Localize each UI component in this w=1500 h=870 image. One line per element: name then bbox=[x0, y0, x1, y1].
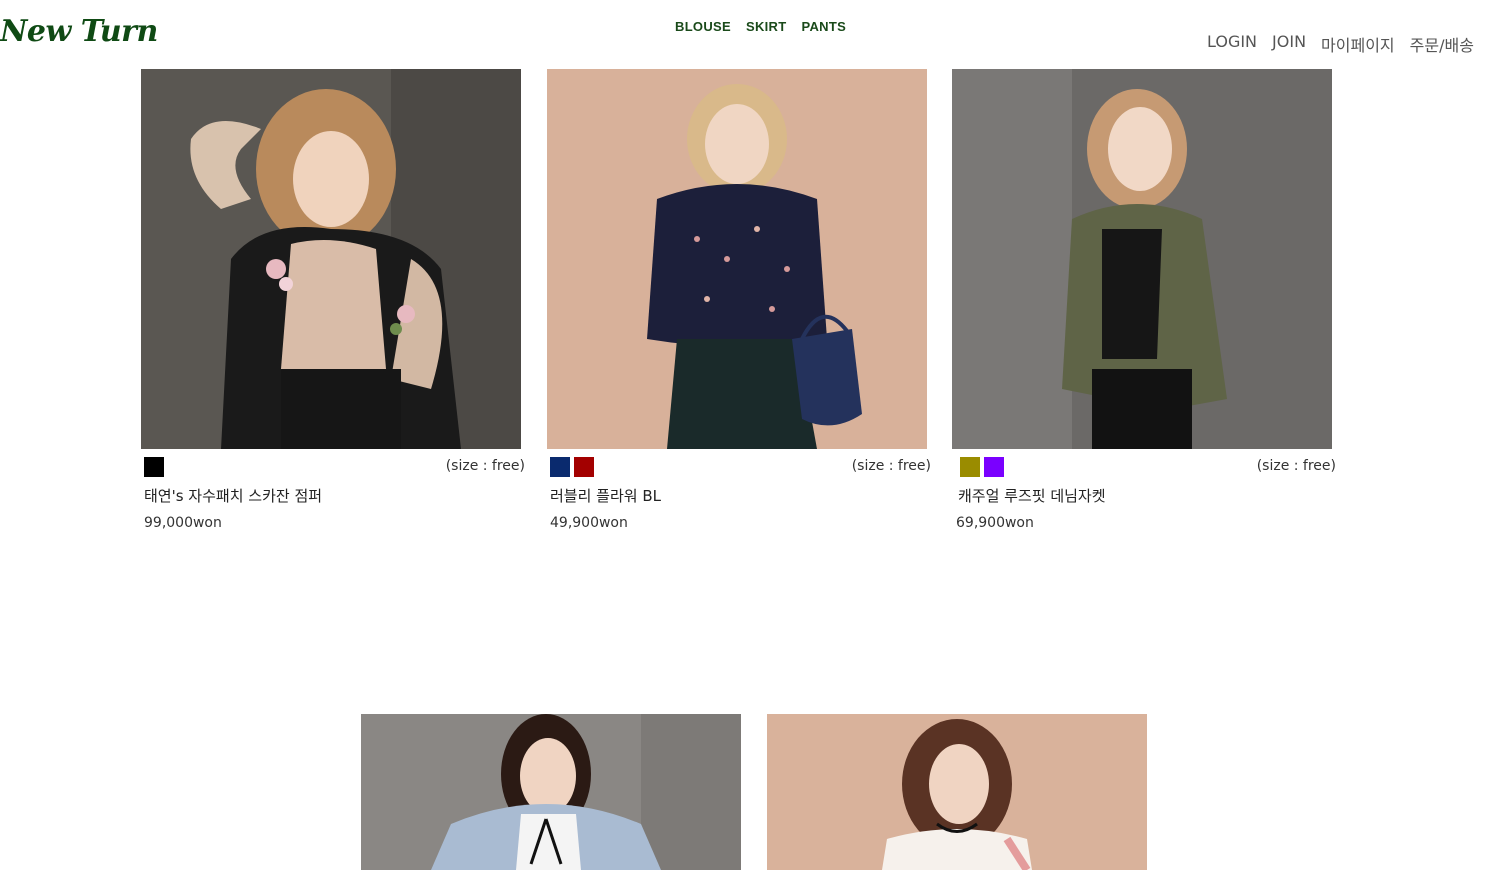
color-swatches bbox=[960, 457, 1004, 477]
main-nav: BLOUSE SKIRT PANTS bbox=[675, 19, 846, 34]
product-meta: (size : free) bbox=[141, 457, 525, 481]
login-link[interactable]: LOGIN bbox=[1207, 32, 1257, 56]
color-swatch[interactable] bbox=[574, 457, 594, 477]
product-meta: (size : free) bbox=[952, 457, 1336, 481]
color-swatch[interactable] bbox=[960, 457, 980, 477]
color-swatch[interactable] bbox=[144, 457, 164, 477]
join-link[interactable]: JOIN bbox=[1272, 32, 1306, 56]
nav-pants[interactable]: PANTS bbox=[801, 19, 846, 34]
product-card bbox=[361, 714, 741, 870]
product-image[interactable] bbox=[141, 69, 521, 449]
color-swatches bbox=[144, 457, 164, 477]
product-image[interactable] bbox=[767, 714, 1147, 870]
size-label: (size : free) bbox=[851, 458, 931, 474]
product-image[interactable] bbox=[547, 69, 927, 449]
util-nav: LOGIN JOIN 마이페이지 주문/배송 bbox=[1207, 32, 1474, 56]
product-meta: (size : free) bbox=[547, 457, 931, 481]
product-card: (size : free) 러블리 플라워 BL 49,900won bbox=[547, 69, 931, 531]
nav-skirt[interactable]: SKIRT bbox=[746, 19, 787, 34]
product-price: 99,000won bbox=[144, 515, 222, 531]
product-card bbox=[767, 714, 1147, 870]
product-name[interactable]: 태연's 자수패치 스카잔 점퍼 bbox=[144, 485, 521, 506]
product-image[interactable] bbox=[952, 69, 1332, 449]
color-swatch[interactable] bbox=[550, 457, 570, 477]
size-label: (size : free) bbox=[1256, 458, 1336, 474]
size-label: (size : free) bbox=[445, 458, 525, 474]
page: New Turn BLOUSE SKIRT PANTS LOGIN JOIN 마… bbox=[0, 0, 1500, 870]
mypage-link[interactable]: 마이페이지 bbox=[1321, 32, 1395, 56]
product-image[interactable] bbox=[361, 714, 741, 870]
product-price: 69,900won bbox=[956, 515, 1034, 531]
logo[interactable]: New Turn bbox=[0, 14, 158, 49]
color-swatches bbox=[550, 457, 594, 477]
product-card: (size : free) 캐주얼 루즈핏 데님자켓 69,900won bbox=[952, 69, 1336, 531]
color-swatch[interactable] bbox=[984, 457, 1004, 477]
product-name[interactable]: 러블리 플라워 BL bbox=[550, 485, 927, 506]
product-price: 49,900won bbox=[550, 515, 628, 531]
product-name[interactable]: 캐주얼 루즈핏 데님자켓 bbox=[958, 485, 1332, 506]
nav-blouse[interactable]: BLOUSE bbox=[675, 19, 731, 34]
order-delivery-link[interactable]: 주문/배송 bbox=[1410, 32, 1474, 56]
product-card: (size : free) 태연's 자수패치 스카잔 점퍼 99,000won bbox=[141, 69, 525, 531]
